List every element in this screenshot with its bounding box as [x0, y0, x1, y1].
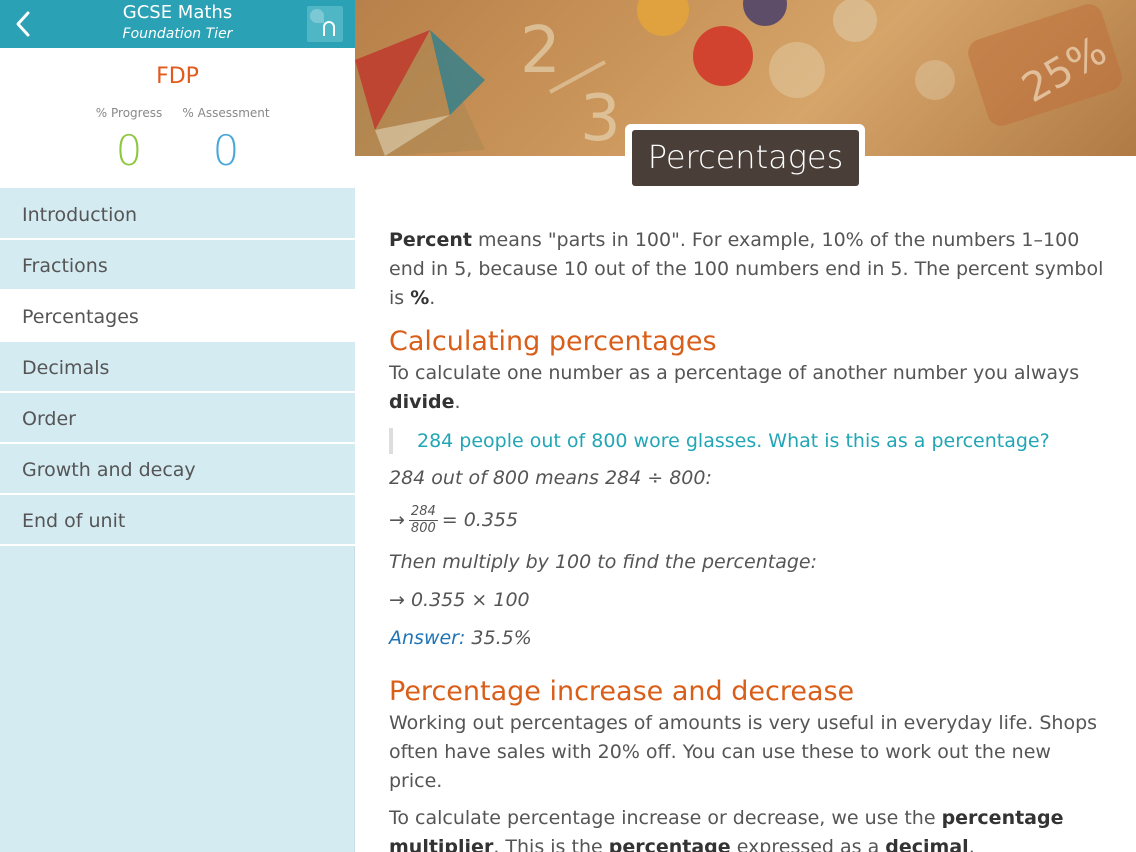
fraction-denominator: 800 [410, 521, 436, 536]
multiplier-paragraph: To calculate percentage increase or decr… [389, 804, 1109, 852]
lock-icon [323, 21, 335, 36]
intro-paragraph: Percent means "parts in 100". For exampl… [389, 226, 1109, 313]
answer: Answer: 35.5% [389, 625, 1109, 651]
nav-item-percentages[interactable]: Percentages [0, 291, 355, 342]
app-subtitle: Foundation Tier [122, 26, 233, 42]
percent-symbol: % [410, 287, 430, 309]
step-2-result: = 0.355 [441, 509, 519, 531]
multiplier-text-e: . [968, 836, 975, 852]
calc-paragraph: To calculate one number as a percentage … [389, 359, 1109, 417]
nav-item-decimals[interactable]: Decimals [0, 342, 355, 393]
term-decimal: decimal [885, 836, 969, 852]
heading-percentage-increase-decrease: Percentage increase and decrease [389, 676, 855, 707]
incdec-paragraph: Working out percentages of amounts is ve… [389, 712, 1098, 792]
nav-item-order[interactable]: Order [0, 393, 355, 444]
intro-text: means "parts in 100". For example, 10% o… [389, 229, 1104, 309]
term-divide: divide [389, 391, 455, 413]
nav-item-fractions[interactable]: Fractions [0, 240, 355, 291]
sidebar: GCSE Maths Foundation Tier FDP % Progres… [0, 0, 355, 852]
lesson-content: Percent means "parts in 100". For exampl… [389, 222, 1109, 852]
step-4: → 0.355 × 100 [389, 589, 530, 611]
unit-name: FDP [156, 64, 199, 89]
step-3: Then multiply by 100 to find the percent… [389, 551, 817, 573]
progress-value: 0 [115, 126, 143, 175]
answer-label: Answer: [389, 627, 466, 649]
unit-summary: FDP % Progress % Assessment 0 0 [0, 48, 355, 188]
assessment-label: % Assessment [182, 106, 270, 120]
step-2: → 284 800 = 0.355 [389, 500, 1109, 540]
assessment-value: 0 [212, 126, 240, 175]
nav-item-growth-and-decay[interactable]: Growth and decay [0, 444, 355, 495]
calc-text: To calculate one number as a percentage … [389, 362, 1080, 384]
example-question: 284 people out of 800 wore glasses. What… [389, 428, 1109, 454]
nav-item-end-of-unit[interactable]: End of unit [0, 495, 355, 546]
heading-calculating-percentages: Calculating percentages [389, 326, 717, 357]
term-percentage: percentage [608, 836, 731, 852]
page-title: Percentages [632, 130, 859, 186]
app-title: GCSE Maths [122, 2, 233, 23]
lock-button[interactable] [307, 6, 343, 42]
svg-text:3: 3 [580, 82, 621, 156]
top-bar: GCSE Maths Foundation Tier [0, 0, 355, 48]
calc-end: . [454, 391, 461, 413]
arrow: → [389, 509, 405, 531]
back-button[interactable] [6, 6, 40, 42]
term-percent: Percent [389, 229, 472, 251]
fraction-numerator: 284 [408, 504, 438, 521]
chevron-left-icon [16, 11, 30, 37]
step-1: 284 out of 800 means 284 ÷ 800: [389, 467, 712, 489]
section-nav: Introduction Fractions Percentages Decim… [0, 189, 355, 546]
multiplier-text-c: . This is the [493, 836, 609, 852]
intro-end: . [429, 287, 436, 309]
multiplier-text-a: To calculate percentage increase or decr… [389, 807, 942, 829]
nav-item-introduction[interactable]: Introduction [0, 189, 355, 240]
multiplier-text-d: expressed as a [730, 836, 886, 852]
fraction: 284 800 [408, 504, 438, 537]
svg-text:2: 2 [520, 14, 561, 88]
answer-value: 35.5% [465, 627, 532, 649]
progress-label: % Progress [95, 106, 163, 120]
